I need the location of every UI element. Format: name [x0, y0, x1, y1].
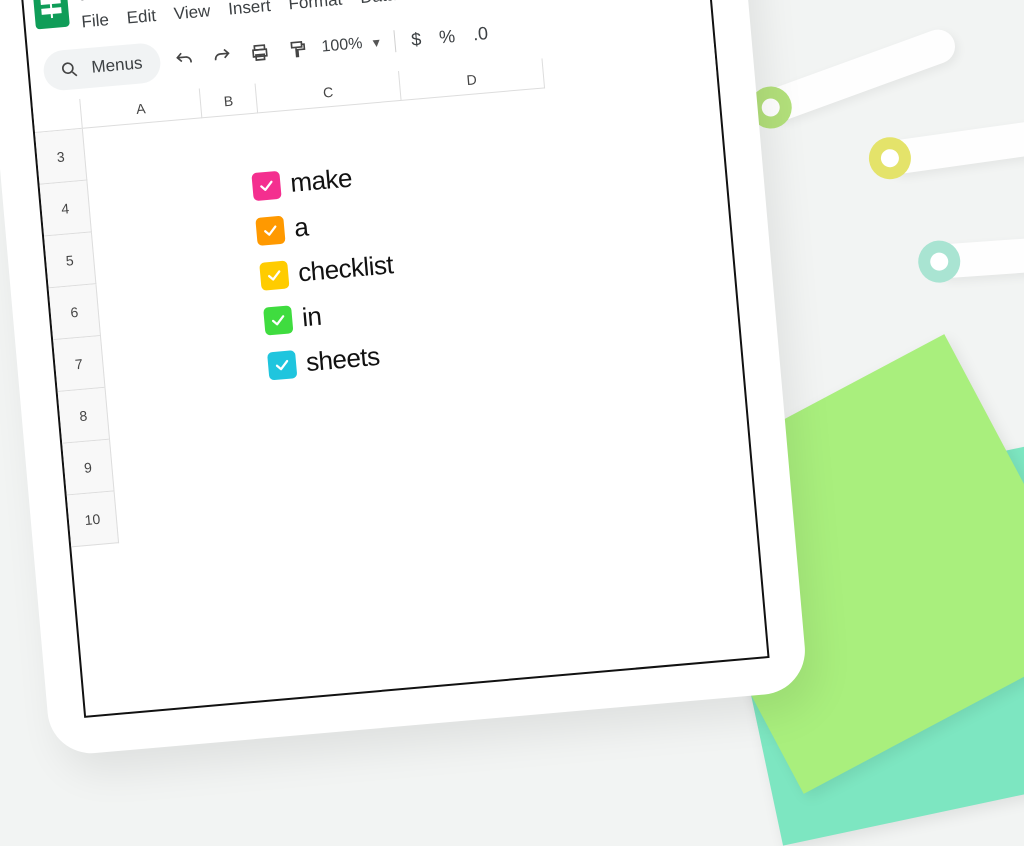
select-all-corner[interactable]	[32, 99, 82, 133]
row-header[interactable]: 10	[67, 491, 119, 547]
checklist-label: checklist	[297, 249, 395, 288]
menu-search-label: Menus	[91, 53, 144, 77]
desk-pen-green	[760, 25, 960, 125]
check-icon	[261, 221, 281, 241]
row-header[interactable]: 4	[40, 181, 92, 237]
format-percent-button[interactable]: %	[434, 25, 460, 48]
paint-format-button[interactable]	[283, 35, 313, 65]
checklist-item: in	[263, 294, 398, 336]
checkbox[interactable]	[263, 305, 293, 335]
print-button[interactable]	[245, 38, 275, 68]
row-header[interactable]: 5	[44, 232, 96, 288]
menu-search[interactable]: Menus	[42, 42, 162, 92]
menu-file[interactable]: File	[81, 10, 110, 32]
undo-button[interactable]	[169, 44, 199, 74]
desk-pen-teal	[933, 231, 1024, 279]
check-icon	[265, 265, 285, 285]
format-decimal-button[interactable]: .0	[468, 22, 493, 45]
chevron-down-icon: ▼	[370, 35, 383, 50]
check-icon	[268, 310, 288, 330]
menu-edit[interactable]: Edit	[126, 6, 157, 28]
check-icon	[257, 176, 277, 196]
row-header[interactable]: 6	[49, 284, 101, 340]
checklist-item: checklist	[259, 249, 394, 291]
row-header[interactable]: 8	[58, 388, 110, 444]
checklist-label: in	[301, 301, 323, 334]
checkbox[interactable]	[251, 170, 281, 200]
checklist-label: make	[289, 163, 353, 199]
menu-view[interactable]: View	[173, 1, 211, 24]
row-header[interactable]: 7	[53, 336, 105, 392]
desk-pen-yellow	[883, 114, 1024, 176]
checklist-item: a	[255, 204, 390, 246]
checkbox[interactable]	[255, 215, 285, 245]
checklist-label: sheets	[305, 341, 381, 378]
search-icon	[54, 55, 84, 85]
app-window: How to Make a Checklist in Google Sheets…	[19, 0, 770, 718]
checkbox[interactable]	[267, 350, 297, 380]
row-header[interactable]: 9	[62, 440, 114, 496]
toolbar-divider	[393, 30, 396, 52]
format-currency-button[interactable]: $	[406, 28, 426, 50]
zoom-value: 100%	[321, 35, 363, 56]
redo-button[interactable]	[207, 41, 237, 71]
checkbox[interactable]	[259, 260, 289, 290]
checklist-label: a	[293, 212, 310, 244]
sheets-logo-icon	[32, 0, 70, 29]
row-header[interactable]: 3	[35, 129, 87, 185]
column-header-b[interactable]: B	[200, 84, 258, 119]
check-icon	[272, 355, 292, 375]
tablet-device: How to Make a Checklist in Google Sheets…	[0, 0, 809, 757]
checklist: make a checklist in	[251, 160, 402, 382]
zoom-dropdown[interactable]: 100% ▼	[321, 33, 383, 56]
